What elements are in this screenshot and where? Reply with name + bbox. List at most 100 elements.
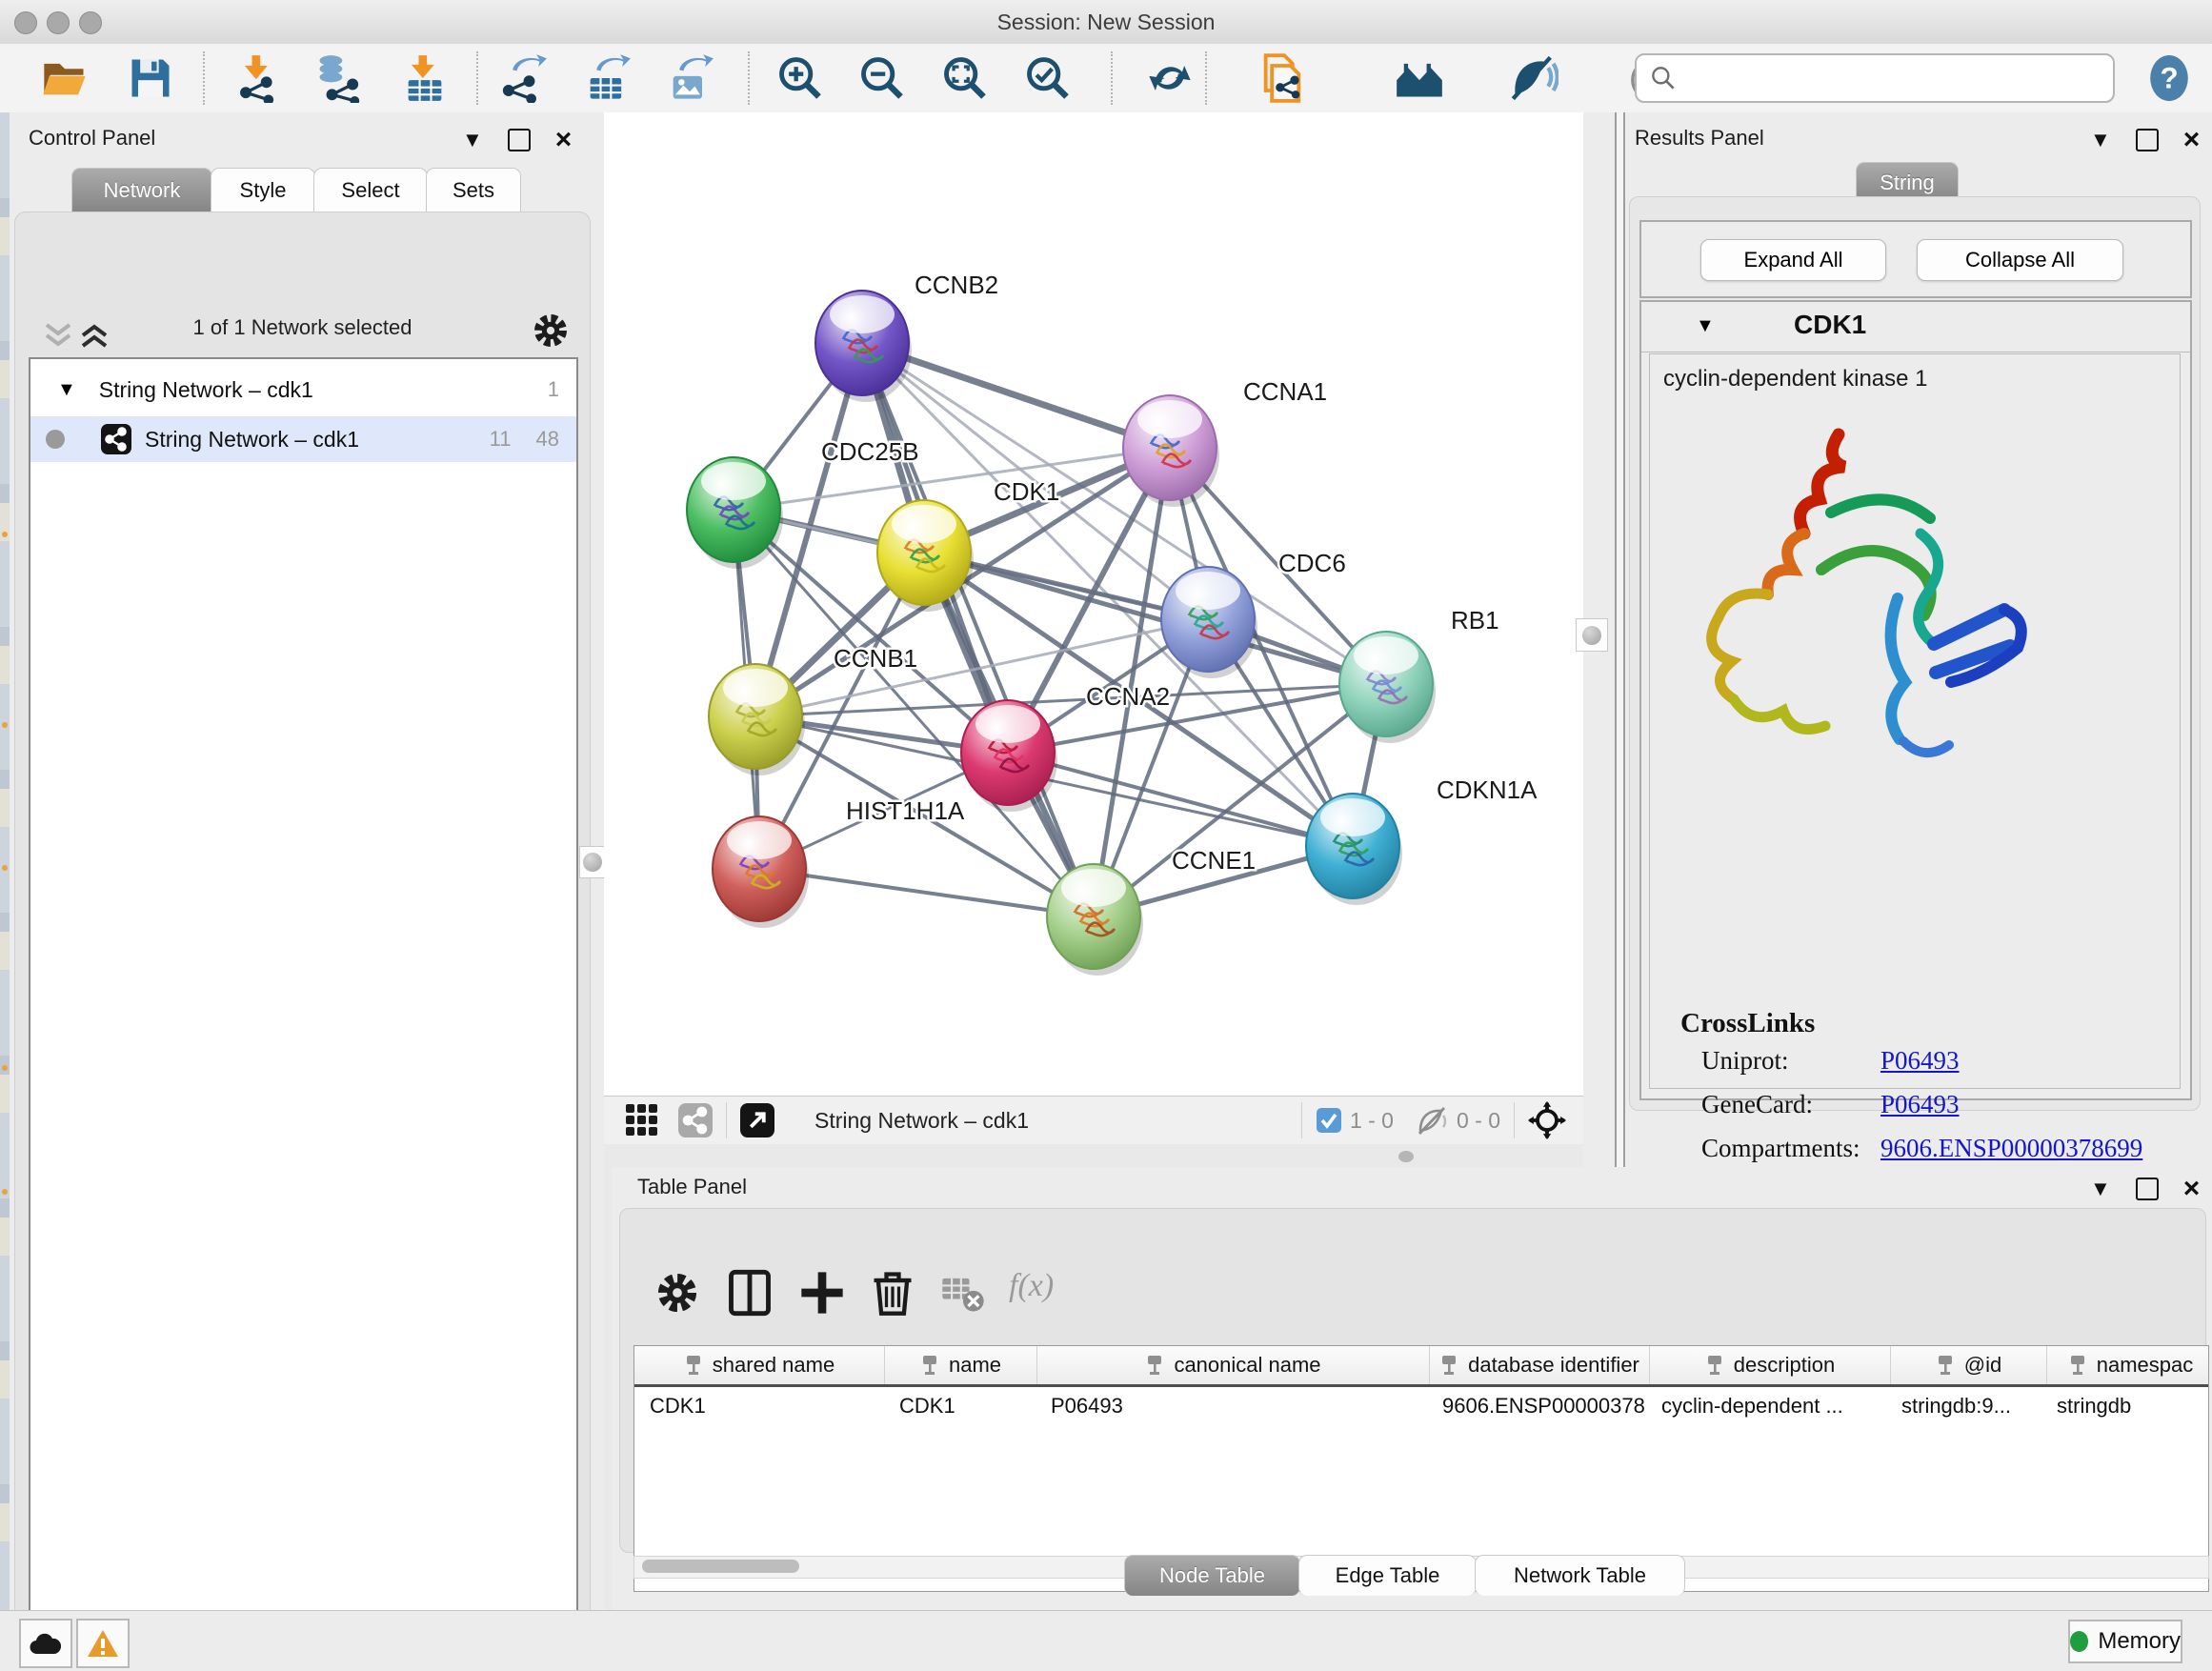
column-header-shared-name[interactable]: shared name bbox=[634, 1346, 885, 1384]
tab-select[interactable]: Select bbox=[313, 168, 428, 212]
function-builder-icon[interactable]: f(x) bbox=[1009, 1268, 1085, 1318]
help-icon[interactable]: ? bbox=[2145, 54, 2193, 102]
memory-button[interactable]: Memory bbox=[2068, 1620, 2182, 1663]
gear-icon[interactable] bbox=[653, 1268, 702, 1318]
tab-sets[interactable]: Sets bbox=[426, 168, 521, 212]
column-header-canonical-name[interactable]: canonical name bbox=[1037, 1346, 1430, 1384]
zoom-selected-icon[interactable] bbox=[1023, 53, 1073, 103]
apply-layout-icon[interactable] bbox=[1145, 53, 1195, 103]
scrollbar-thumb[interactable] bbox=[642, 1560, 799, 1573]
delete-column-icon[interactable] bbox=[868, 1268, 917, 1318]
table-panel-window-buttons: ▼ × bbox=[2090, 1175, 2200, 1203]
gene-entry-header[interactable]: ▼ CDK1 bbox=[1641, 302, 2190, 352]
network-node-HIST1H1A[interactable]: HIST1H1A bbox=[713, 796, 965, 928]
crosslink-link[interactable]: 9606.ENSP00000378699 bbox=[1880, 1134, 2142, 1162]
import-table-file-icon[interactable] bbox=[400, 53, 450, 103]
tab-edge-table[interactable]: Edge Table bbox=[1298, 1555, 1477, 1596]
table-cell[interactable]: CDK1 bbox=[634, 1387, 884, 1425]
network-node-CCNE1[interactable]: CCNE1 bbox=[1047, 846, 1256, 976]
network-tab-content: 1 of 1 Network selected ▼ String Network… bbox=[14, 211, 591, 1671]
column-header-name[interactable]: name bbox=[885, 1346, 1037, 1384]
column-header-description[interactable]: description bbox=[1650, 1346, 1891, 1384]
column-header-database-identifier[interactable]: database identifier bbox=[1430, 1346, 1650, 1384]
table-cell[interactable]: 9606.ENSP00000378699 bbox=[1427, 1387, 1646, 1425]
hide-selected-icon[interactable] bbox=[1509, 53, 1558, 103]
table-panel-title: Table Panel bbox=[637, 1175, 747, 1199]
add-column-icon[interactable] bbox=[797, 1268, 847, 1318]
float-panel-icon[interactable]: ▼ bbox=[2090, 1178, 2111, 1199]
zoom-in-icon[interactable] bbox=[775, 53, 825, 103]
collapse-all-button[interactable]: Collapse All bbox=[1917, 239, 2123, 281]
network-canvas[interactable]: CCNB2CCNA1CDC25BCDK1CDC6RB1CCNB1CCNA2HIS… bbox=[604, 112, 1583, 1096]
network-collection-row[interactable]: ▼ String Network – cdk1 1 bbox=[30, 367, 576, 413]
export-network-icon[interactable] bbox=[498, 53, 548, 103]
selected-checkbox-icon[interactable] bbox=[1316, 1107, 1342, 1134]
right-splitter-handle[interactable] bbox=[1576, 618, 1608, 652]
collection-label: String Network – cdk1 bbox=[99, 377, 313, 403]
string-style-icon[interactable] bbox=[678, 1103, 713, 1137]
float-panel-icon[interactable]: ▼ bbox=[2090, 130, 2111, 151]
network-node-CDKN1A[interactable]: CDKN1A bbox=[1306, 775, 1538, 905]
delete-table-icon[interactable] bbox=[938, 1268, 988, 1318]
right-splitter[interactable] bbox=[1583, 112, 1625, 1167]
float-panel-icon[interactable]: ▼ bbox=[462, 130, 483, 151]
tab-style[interactable]: Style bbox=[211, 168, 315, 212]
show-columns-icon[interactable] bbox=[725, 1268, 774, 1318]
hidden-eye-icon[interactable] bbox=[1417, 1106, 1449, 1135]
tab-network-table[interactable]: Network Table bbox=[1475, 1555, 1685, 1596]
maximize-panel-icon[interactable] bbox=[508, 129, 531, 151]
save-session-icon[interactable] bbox=[126, 53, 175, 103]
crosslink-link[interactable]: P06493 bbox=[1880, 1046, 1960, 1075]
close-panel-icon[interactable]: × bbox=[2183, 1175, 2201, 1203]
import-network-file-icon[interactable] bbox=[233, 53, 283, 103]
bottom-splitter-handle[interactable] bbox=[1398, 1151, 1414, 1162]
first-neighbors-icon[interactable] bbox=[1395, 53, 1444, 103]
crosslink-label: Uniprot: bbox=[1701, 1046, 1880, 1076]
table-cell[interactable]: CDK1 bbox=[884, 1387, 1036, 1425]
birdseye-view-icon[interactable] bbox=[740, 1103, 774, 1137]
import-network-database-icon[interactable] bbox=[313, 53, 363, 103]
left-splitter-handle[interactable] bbox=[579, 846, 606, 878]
expand-all-button[interactable]: Expand All bbox=[1700, 239, 1886, 281]
export-table-icon[interactable] bbox=[582, 53, 632, 103]
crosslink-link[interactable]: P06493 bbox=[1880, 1090, 1960, 1118]
gear-icon[interactable] bbox=[530, 310, 572, 352]
tab-node-table[interactable]: Node Table bbox=[1124, 1555, 1300, 1596]
clone-network-icon[interactable] bbox=[1257, 53, 1307, 103]
cytoscape-window: Session: New Session bbox=[0, 0, 2212, 1671]
collection-expand-icon[interactable]: ▼ bbox=[57, 379, 76, 401]
maximize-panel-icon[interactable] bbox=[2136, 129, 2159, 151]
column-header-namespac[interactable]: namespac bbox=[2047, 1346, 2212, 1384]
entry-expand-icon[interactable]: ▼ bbox=[1696, 315, 1715, 337]
search-input[interactable] bbox=[1690, 59, 2103, 95]
tab-network[interactable]: Network bbox=[71, 168, 212, 212]
close-panel-icon[interactable]: × bbox=[555, 126, 573, 154]
gene-symbol: CDK1 bbox=[1794, 310, 1866, 340]
network-row-selected[interactable]: String Network – cdk1 11 48 bbox=[30, 416, 576, 462]
table-row[interactable]: CDK1CDK1P064939606.ENSP00000378699cyclin… bbox=[634, 1387, 2208, 1425]
gene-description: cyclin-dependent kinase 1 bbox=[1663, 366, 1928, 393]
network-edge[interactable] bbox=[862, 343, 1094, 916]
export-image-icon[interactable] bbox=[665, 53, 714, 103]
pan-crosshair-icon[interactable] bbox=[1528, 1101, 1566, 1139]
warning-status-button[interactable] bbox=[76, 1619, 130, 1668]
network-node-CCNA1[interactable]: CCNA1 bbox=[1123, 377, 1327, 507]
network-node-RB1[interactable]: RB1 bbox=[1339, 606, 1499, 743]
open-session-icon[interactable] bbox=[40, 53, 90, 103]
warning-icon bbox=[87, 1629, 119, 1658]
column-header-@id[interactable]: @id bbox=[1891, 1346, 2047, 1384]
grid-view-icon[interactable] bbox=[625, 1103, 659, 1137]
maximize-panel-icon[interactable] bbox=[2136, 1178, 2159, 1200]
cloud-status-button[interactable] bbox=[19, 1619, 72, 1668]
close-panel-icon[interactable]: × bbox=[2183, 126, 2201, 154]
gene-entry-box: ▼ CDK1 cyclin-dependent kinase 1 bbox=[1639, 300, 2192, 1100]
table-cell[interactable]: cyclin-dependent ... bbox=[1646, 1387, 1886, 1425]
network-edge[interactable] bbox=[759, 869, 1094, 916]
control-panel-title: Control Panel bbox=[29, 126, 155, 151]
crosslinks-title: CrossLinks bbox=[1680, 1008, 1815, 1039]
table-cell[interactable]: P06493 bbox=[1036, 1387, 1427, 1425]
zoom-fit-icon[interactable] bbox=[940, 53, 990, 103]
table-cell[interactable]: stringdb bbox=[2041, 1387, 2208, 1425]
zoom-out-icon[interactable] bbox=[857, 53, 907, 103]
table-cell[interactable]: stringdb:9... bbox=[1886, 1387, 2041, 1425]
